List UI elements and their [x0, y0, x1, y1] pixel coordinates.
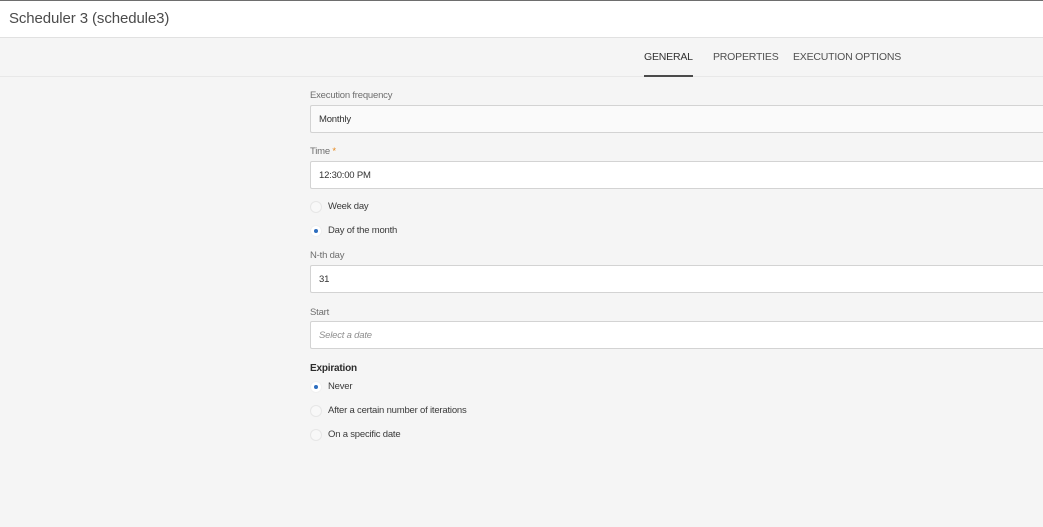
title-bar: Scheduler 3 (schedule3) [0, 1, 1043, 38]
radio-expiration-never-label: Never [328, 381, 353, 392]
tab-execution-options[interactable]: EXECUTION OPTIONS [793, 38, 901, 77]
tab-properties[interactable]: PROPERTIES [713, 38, 779, 77]
radio-expiration-specific-date-label: On a specific date [328, 429, 401, 440]
radio-expiration-iterations-label: After a certain number of iterations [328, 405, 467, 416]
start-date-input[interactable]: Select a date [310, 321, 1043, 349]
required-marker: * [332, 146, 336, 157]
start-label: Start [310, 307, 330, 318]
page-title: Scheduler 3 (schedule3) [9, 10, 170, 27]
radio-day-of-the-month-label: Day of the month [328, 225, 398, 236]
time-label: Time * [310, 146, 336, 157]
nth-day-input[interactable]: 31 [310, 265, 1043, 293]
radio-expiration-never-circle[interactable] [310, 381, 322, 393]
nth-day-value: 31 [319, 274, 330, 285]
tab-bar: GENERAL PROPERTIES EXECUTION OPTIONS [0, 38, 1043, 77]
time-input[interactable]: 12:30:00 PM [310, 161, 1043, 189]
tab-general[interactable]: GENERAL [644, 38, 693, 77]
execution-frequency-select[interactable]: Monthly [310, 105, 1043, 133]
radio-week-day-label: Week day [328, 201, 369, 212]
expiration-label: Expiration [310, 363, 357, 374]
execution-frequency-value: Monthly [319, 114, 351, 125]
time-value: 12:30:00 PM [319, 170, 371, 181]
radio-expiration-specific-date-circle[interactable] [310, 429, 322, 441]
time-label-text: Time [310, 146, 330, 157]
radio-day-of-the-month-circle[interactable] [310, 225, 322, 237]
radio-expiration-iterations-circle[interactable] [310, 405, 322, 417]
radio-week-day-circle[interactable] [310, 201, 322, 213]
execution-frequency-label: Execution frequency [310, 90, 393, 101]
scheduler-page: Scheduler 3 (schedule3) GENERAL PROPERTI… [0, 0, 1043, 527]
nth-day-label: N-th day [310, 250, 345, 261]
start-date-placeholder: Select a date [319, 330, 372, 341]
